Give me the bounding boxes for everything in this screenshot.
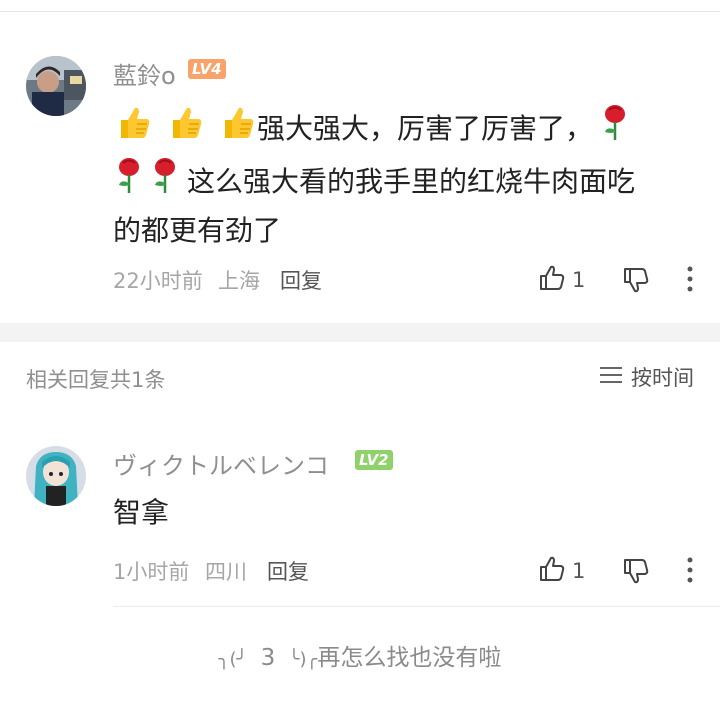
reply-content: 智拿 bbox=[113, 496, 170, 529]
kaomoji-mid: 3 bbox=[260, 645, 276, 671]
thumbs-up-icon bbox=[113, 102, 153, 155]
username[interactable]: 藍鈴o bbox=[113, 56, 176, 91]
dislike-button[interactable] bbox=[622, 557, 650, 589]
kaomoji-left: ╮(╯ bbox=[218, 649, 248, 670]
rose-icon bbox=[149, 155, 181, 208]
username[interactable]: ヴィクトルベレンコ bbox=[113, 446, 329, 481]
thumbs-up-outline-icon bbox=[538, 264, 566, 296]
reply-button[interactable]: 回复 bbox=[267, 556, 309, 586]
avatar[interactable] bbox=[26, 446, 86, 506]
comment-time: 22小时前 bbox=[113, 269, 203, 293]
level-badge: LV4 bbox=[188, 59, 226, 79]
end-text: 再怎么找也没有啦 bbox=[317, 645, 502, 671]
dislike-button[interactable] bbox=[622, 266, 650, 298]
end-of-list-message: ╮(╯ 3 ╰)╭再怎么找也没有啦 bbox=[0, 638, 720, 672]
avatar[interactable] bbox=[26, 56, 86, 116]
list-end-divider bbox=[113, 606, 720, 607]
more-options-icon[interactable] bbox=[686, 266, 694, 292]
top-divider bbox=[0, 11, 720, 12]
thumbs-up-icon bbox=[217, 102, 257, 155]
reply-time: 1小时前 bbox=[113, 560, 190, 584]
level-badge: LV2 bbox=[355, 450, 393, 470]
rose-icon bbox=[113, 155, 145, 208]
like-count: 1 bbox=[572, 559, 586, 583]
more-options-icon[interactable] bbox=[686, 557, 694, 583]
reply-button[interactable]: 回复 bbox=[280, 265, 322, 295]
comment-content: 强大强大，厉害了厉害了， 这么强大看的我手里的红烧牛肉面吃 的都更有劲了 bbox=[113, 102, 693, 253]
replies-count-title: 相关回复共1条 bbox=[26, 368, 166, 392]
comment-text-line1: 强大强大，厉害了厉害了， bbox=[257, 112, 594, 145]
section-separator bbox=[0, 323, 720, 342]
like-count: 1 bbox=[572, 268, 586, 292]
thumbs-down-outline-icon bbox=[622, 557, 650, 589]
reply-location: 四川 bbox=[205, 560, 247, 584]
comment-text-line3: 的都更有劲了 bbox=[113, 214, 282, 247]
thumbs-down-outline-icon bbox=[622, 266, 650, 298]
comment-text-line2: 这么强大看的我手里的红烧牛肉面吃 bbox=[187, 165, 636, 198]
like-button[interactable]: 1 bbox=[538, 555, 585, 587]
thumbs-up-outline-icon bbox=[538, 555, 566, 587]
sort-label: 按时间 bbox=[631, 366, 694, 390]
list-icon bbox=[599, 365, 623, 390]
kaomoji-right: ╰)╭ bbox=[288, 649, 318, 670]
sort-button[interactable]: 按时间 bbox=[599, 362, 694, 392]
comment-location: 上海 bbox=[218, 269, 260, 293]
thumbs-up-icon bbox=[165, 102, 205, 155]
like-button[interactable]: 1 bbox=[538, 264, 585, 296]
rose-icon bbox=[599, 102, 631, 155]
